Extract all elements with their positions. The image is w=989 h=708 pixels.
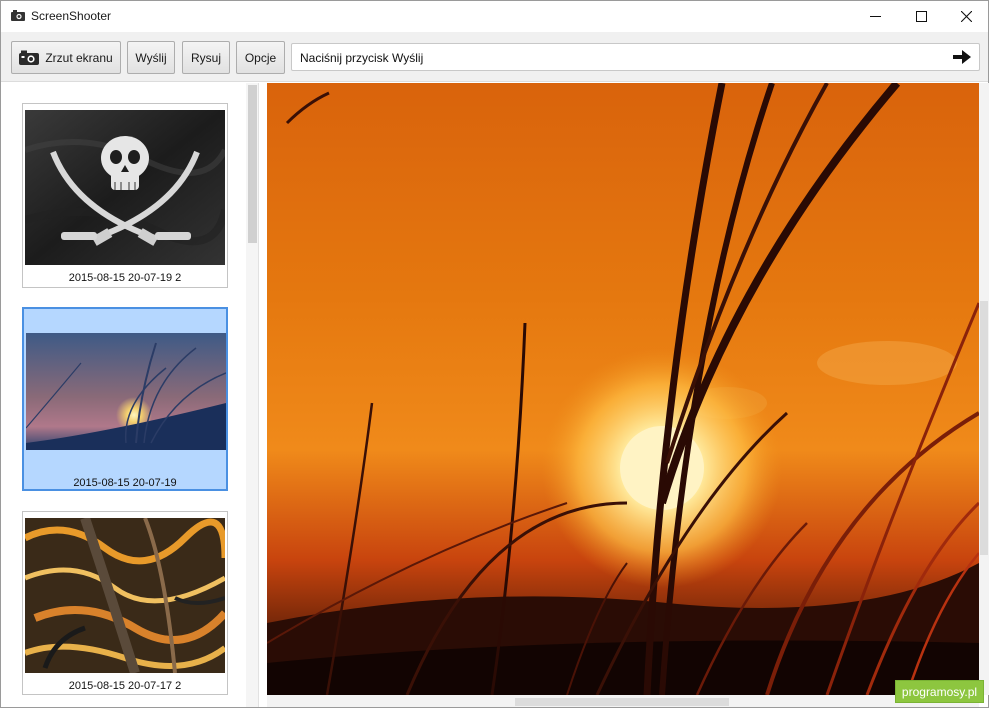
- preview-vertical-scrollbar-thumb[interactable]: [980, 301, 988, 555]
- maximize-icon: [915, 11, 927, 22]
- status-field: Naciśnij przycisk Wyślij: [291, 43, 980, 71]
- thumbnail-image-abstract-painting: [25, 518, 225, 673]
- status-text: Naciśnij przycisk Wyślij: [300, 51, 424, 65]
- thumbnail-caption: 2015-08-15 20-07-19 2: [68, 272, 182, 284]
- send-button-label: Wyślij: [135, 50, 167, 65]
- thumbnail-scrollbar[interactable]: [246, 83, 258, 707]
- thumbnail-image-sunset-grass: [26, 333, 226, 450]
- minimize-icon: [869, 16, 881, 17]
- thumbnail-scrollbar-thumb[interactable]: [248, 85, 257, 243]
- app-window: ScreenShooter Zrzut ekranu Wyślij Rysuj …: [0, 0, 989, 708]
- preview-horizontal-scrollbar-thumb[interactable]: [515, 698, 729, 706]
- title-bar: ScreenShooter: [1, 1, 988, 32]
- minimize-button[interactable]: [852, 1, 898, 32]
- arrow-right-icon[interactable]: [953, 50, 971, 64]
- watermark: programosy.pl: [895, 680, 984, 703]
- thumbnail-caption: 2015-08-15 20-07-17 2: [68, 680, 182, 692]
- close-icon: [960, 11, 972, 22]
- preview-vertical-scrollbar[interactable]: [979, 83, 989, 695]
- toolbar: Zrzut ekranu Wyślij Rysuj Opcje Naciśnij…: [1, 32, 988, 82]
- thumbnail-image-pirate-flag: [25, 110, 225, 265]
- camera-icon: [19, 50, 40, 65]
- thumbnail-item-selected[interactable]: 2015-08-15 20-07-19: [22, 307, 228, 491]
- thumbnail-panel: 2015-08-15 20-07-19 2 2015-08-15 20-07-1…: [1, 83, 259, 707]
- preview-image-sunset-grass: [267, 83, 979, 695]
- draw-button-label: Rysuj: [190, 50, 221, 65]
- screenshot-button-label: Zrzut ekranu: [45, 50, 113, 65]
- thumbnail-item[interactable]: 2015-08-15 20-07-19 2: [22, 103, 228, 288]
- preview-horizontal-scrollbar[interactable]: [267, 695, 979, 707]
- camera-icon: [11, 10, 25, 21]
- draw-button[interactable]: Rysuj: [182, 41, 230, 74]
- options-button[interactable]: Opcje: [236, 41, 285, 74]
- close-button[interactable]: [943, 1, 989, 32]
- window-title: ScreenShooter: [31, 9, 112, 23]
- maximize-button[interactable]: [898, 1, 944, 32]
- thumbnail-caption: 2015-08-15 20-07-19: [73, 477, 177, 489]
- thumbnail-item[interactable]: 2015-08-15 20-07-17 2: [22, 511, 228, 695]
- image-preview: [267, 83, 979, 695]
- send-button[interactable]: Wyślij: [127, 41, 175, 74]
- options-button-label: Opcje: [244, 50, 277, 65]
- screenshot-button[interactable]: Zrzut ekranu: [11, 41, 121, 74]
